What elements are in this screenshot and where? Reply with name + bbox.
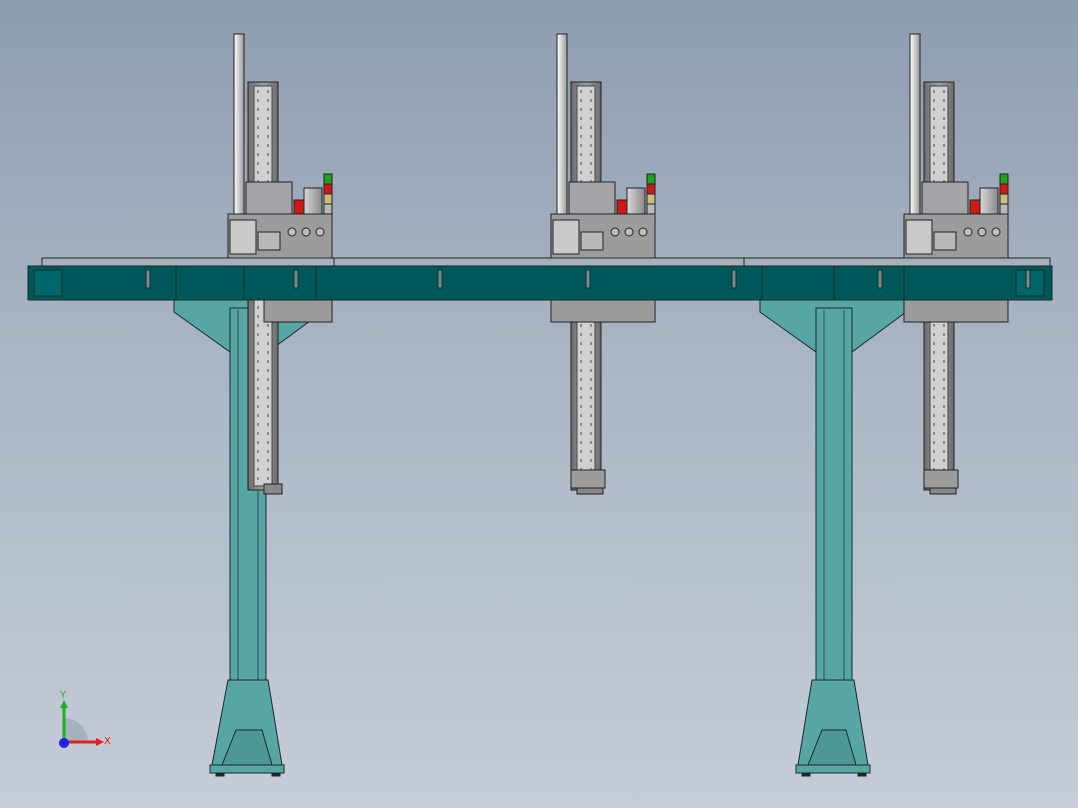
main-beam [27,257,1053,301]
support-leg-right [759,299,907,777]
gantry-drawing: Y X [27,33,1053,777]
y-axis-label: Y [59,690,67,701]
cad-viewport[interactable]: Y X [0,0,1078,808]
axis-triad: Y X [59,690,111,748]
x-axis-label: X [104,736,111,747]
